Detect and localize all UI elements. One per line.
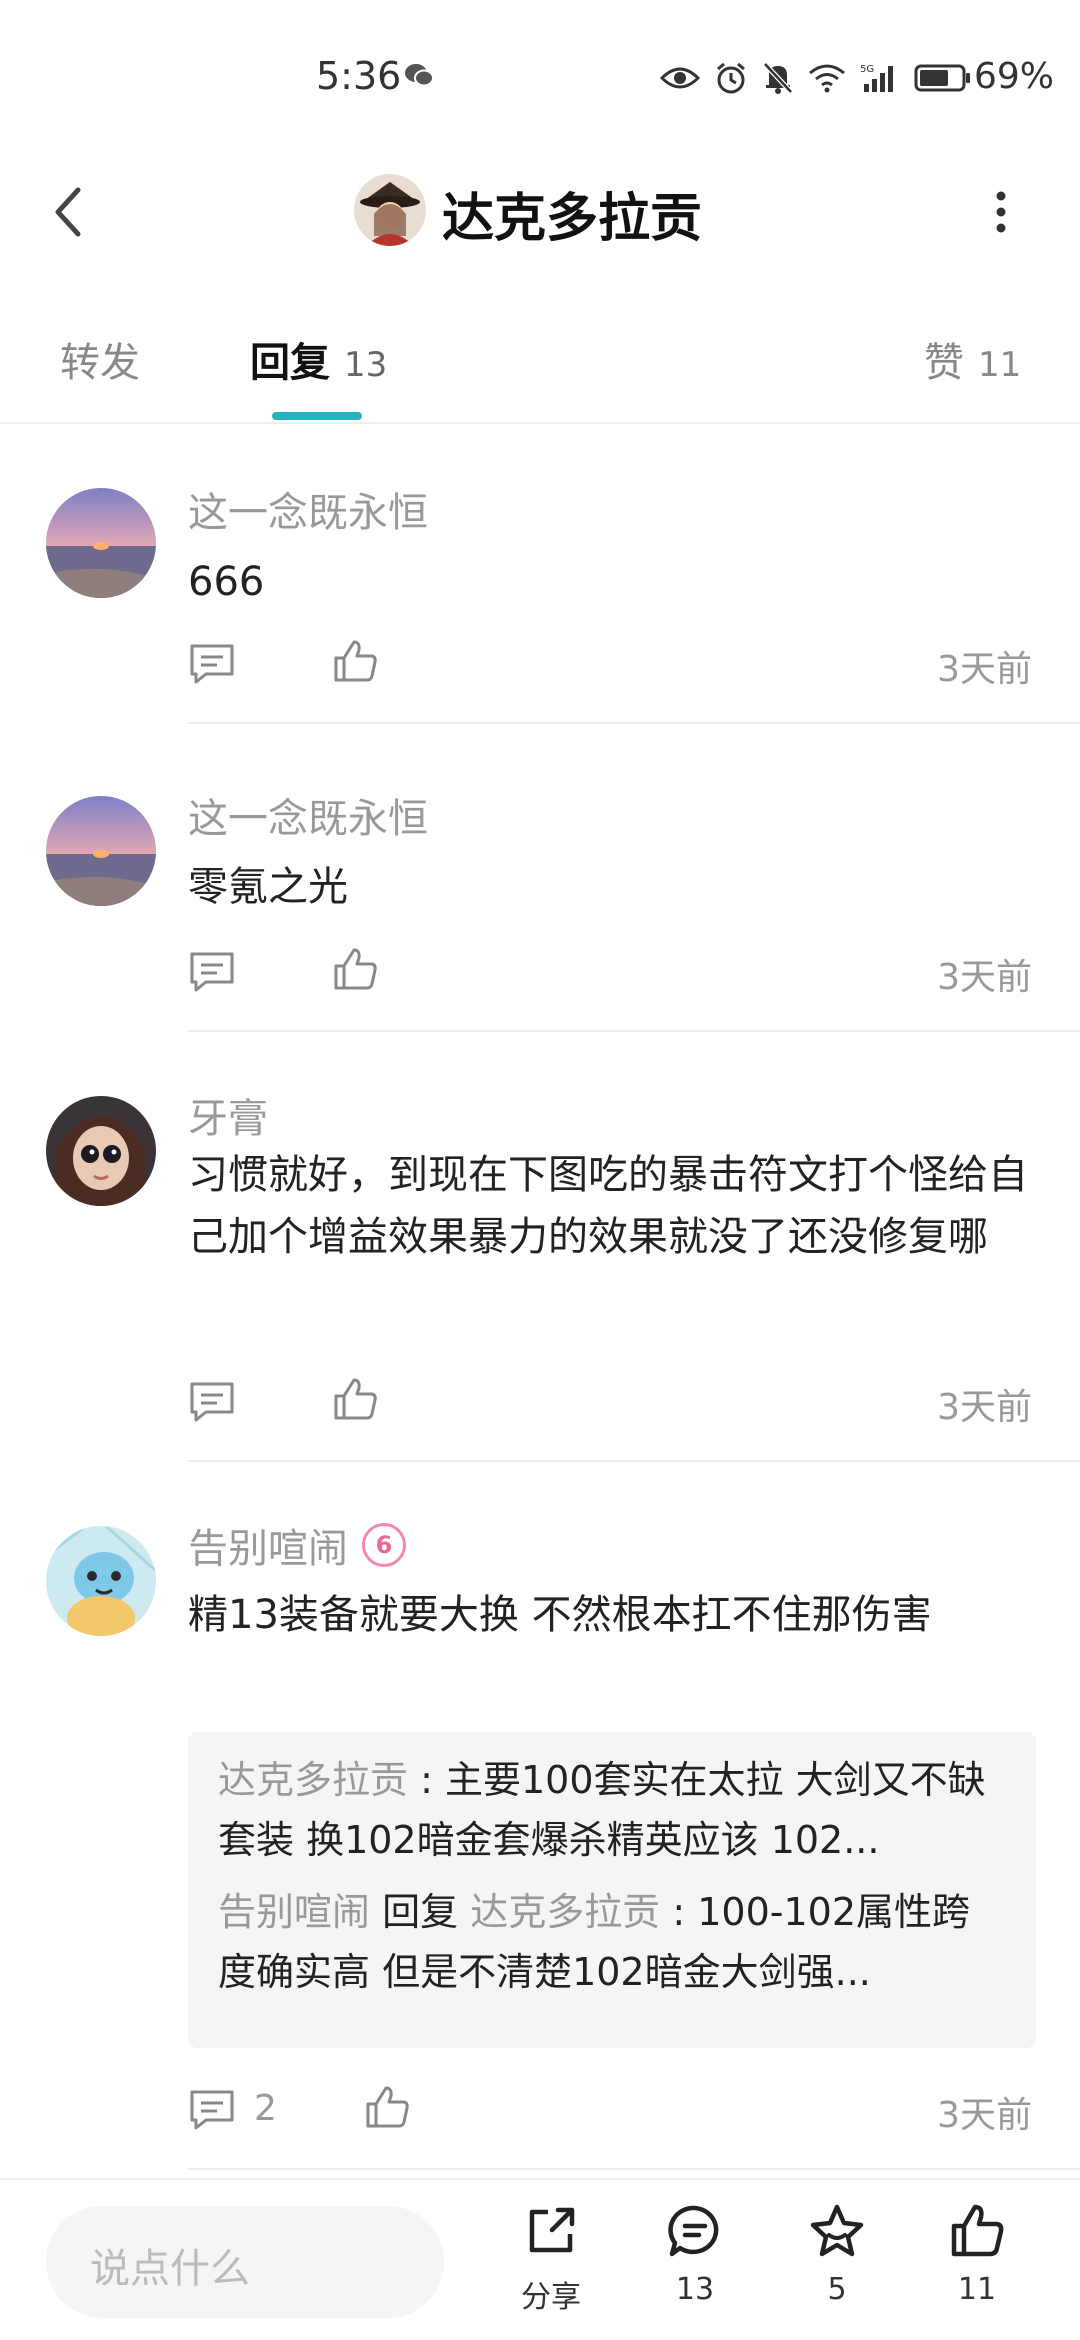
comment-username[interactable]: 这一念既永恒 (188, 786, 428, 844)
share-icon (529, 2207, 575, 2253)
comment-text: 666 (188, 559, 265, 605)
comment-time: 3天前 (937, 649, 1032, 690)
share-button[interactable]: 分享 (496, 2202, 606, 2316)
star-icon (810, 2204, 864, 2257)
comment-time: 3天前 (937, 1387, 1032, 1428)
page-title: 达克多拉贡 (442, 189, 703, 249)
reply-action: 回复 (382, 1890, 459, 1934)
avatar[interactable] (46, 1096, 156, 1206)
favorite-button[interactable]: 5 (782, 2202, 892, 2307)
comment-actions: 3天前 (188, 1370, 1038, 1430)
username-text: 告别喧闹 (188, 1526, 348, 1572)
status-time: 5:36 (316, 54, 402, 98)
mute-bell-icon (763, 62, 793, 94)
comment-item: 告别喧闹 6 精13装备就要大换 不然根本扛不住那伤害 达克多拉贡 : 主要10… (0, 1474, 1080, 2170)
author-avatar-image (354, 174, 426, 246)
reply-icon[interactable] (188, 642, 236, 686)
reply-count: 2 (254, 2088, 277, 2129)
battery-percent: 69% (974, 56, 1055, 97)
level-badge-icon: 6 (362, 1523, 406, 1567)
comment-item: 牙膏 习惯就好，到现在下图吃的暴击符文打个怪给自己加个增益效果暴力的效果就没了还… (0, 1044, 1080, 1474)
more-options-icon[interactable] (976, 182, 1026, 242)
comment-bubble-icon (668, 2205, 719, 2257)
reply-username[interactable]: 告别喧闹 (218, 1890, 370, 1934)
tab-reply-label: 回复 (250, 340, 330, 386)
thumbs-up-icon (951, 2204, 1004, 2257)
favorite-count: 5 (827, 2272, 847, 2307)
avatar[interactable] (46, 1526, 156, 1636)
tab-forward-label: 转发 (60, 340, 140, 386)
divider (188, 1460, 1080, 1462)
username-text: 这一念既永恒 (188, 796, 428, 842)
comment-username[interactable]: 牙膏 (188, 1086, 268, 1144)
share-label: 分享 (521, 2280, 581, 2315)
reply-icon[interactable] (188, 2088, 236, 2132)
comment-text: 精13装备就要大换 不然根本扛不住那伤害 (188, 1592, 932, 1638)
comment-text: 零氪之光 (188, 864, 348, 910)
username-text: 牙膏 (188, 1096, 268, 1142)
like-count: 11 (957, 2272, 997, 2307)
reply-preview-line[interactable]: 达克多拉贡 : 主要100套实在太拉 大剑又不缺套装 换102暗金套爆杀精英应该… (218, 1750, 1006, 1870)
back-arrow-icon[interactable] (40, 180, 100, 244)
username-text: 这一念既永恒 (188, 490, 428, 536)
cellular-signal-icon: 5G (860, 64, 893, 92)
wifi-icon (809, 64, 845, 93)
comment-button[interactable]: 13 (640, 2202, 750, 2307)
tab-like-label: 赞 (924, 340, 964, 386)
reply-colon: : (672, 1890, 698, 1934)
eye-icon (660, 67, 700, 89)
avatar[interactable] (46, 796, 156, 906)
comment-item: 这一念既永恒 零氪之光 3天前 (0, 736, 1080, 1044)
comment-list: 这一念既永恒 666 3天前 这一念既永恒 零氪之光 3天前 牙膏 习惯就好，到… (0, 426, 1080, 2170)
avatar-image (46, 488, 156, 598)
alarm-icon (717, 62, 745, 94)
comment-text: 习惯就好，到现在下图吃的暴击符文打个怪给自己加个增益效果暴力的效果就没了还没修复… (188, 1152, 1028, 1260)
reply-icon[interactable] (188, 950, 236, 994)
author-avatar[interactable] (354, 174, 426, 246)
status-icons: 5G (660, 58, 972, 98)
comment-actions: 3天前 (188, 632, 1038, 692)
comment-time: 3天前 (937, 2095, 1032, 2136)
wechat-icon (405, 64, 434, 87)
avatar[interactable] (46, 488, 156, 598)
reply-target-username[interactable]: 达克多拉贡 (470, 1890, 660, 1934)
avatar-image (46, 1096, 156, 1206)
like-icon[interactable] (364, 2084, 412, 2130)
tab-like[interactable]: 赞 11 (924, 330, 1021, 388)
tab-reply-count: 13 (344, 345, 388, 385)
avatar-image (46, 796, 156, 906)
like-icon[interactable] (332, 638, 380, 684)
reply-icon[interactable] (188, 1380, 236, 1424)
tab-reply[interactable]: 回复 13 (250, 330, 387, 388)
top-header: 达克多拉贡 (0, 150, 1080, 280)
active-tab-indicator (272, 412, 362, 420)
comment-count: 13 (675, 2272, 715, 2307)
divider (188, 2168, 1080, 2170)
avatar-image (46, 1526, 156, 1636)
comment-username[interactable]: 告别喧闹 6 (188, 1516, 406, 1574)
reply-preview-line[interactable]: 告别喧闹 回复 达克多拉贡 : 100-102属性跨度确实高 但是不清楚102暗… (218, 1882, 1006, 2002)
tab-like-count: 11 (978, 345, 1022, 385)
comment-input[interactable]: 说点什么 (46, 2206, 444, 2318)
reply-colon: : (420, 1758, 445, 1802)
divider (188, 722, 1080, 724)
comment-time: 3天前 (937, 957, 1032, 998)
comment-input-placeholder: 说点什么 (90, 2246, 250, 2292)
tab-bar: 转发 回复 13 赞 11 (0, 300, 1080, 424)
like-button[interactable]: 11 (922, 2202, 1032, 2307)
battery-icon (914, 64, 970, 92)
comment-actions: 2 3天前 (188, 2078, 1038, 2138)
comment-item: 这一念既永恒 666 3天前 (0, 426, 1080, 736)
svg-text:5G: 5G (860, 64, 874, 75)
like-icon[interactable] (332, 1376, 380, 1422)
comment-actions: 3天前 (188, 940, 1038, 1000)
bottom-action-bar: 说点什么 分享 13 5 11 (0, 2178, 1080, 2340)
comment-username[interactable]: 这一念既永恒 (188, 480, 428, 538)
reply-preview-box[interactable]: 达克多拉贡 : 主要100套实在太拉 大剑又不缺套装 换102暗金套爆杀精英应该… (188, 1732, 1036, 2048)
status-bar: 5:36 5G 69% (0, 0, 1080, 150)
divider (188, 1030, 1080, 1032)
tab-forward[interactable]: 转发 (60, 330, 140, 388)
like-icon[interactable] (332, 946, 380, 992)
reply-username[interactable]: 达克多拉贡 (218, 1758, 408, 1802)
